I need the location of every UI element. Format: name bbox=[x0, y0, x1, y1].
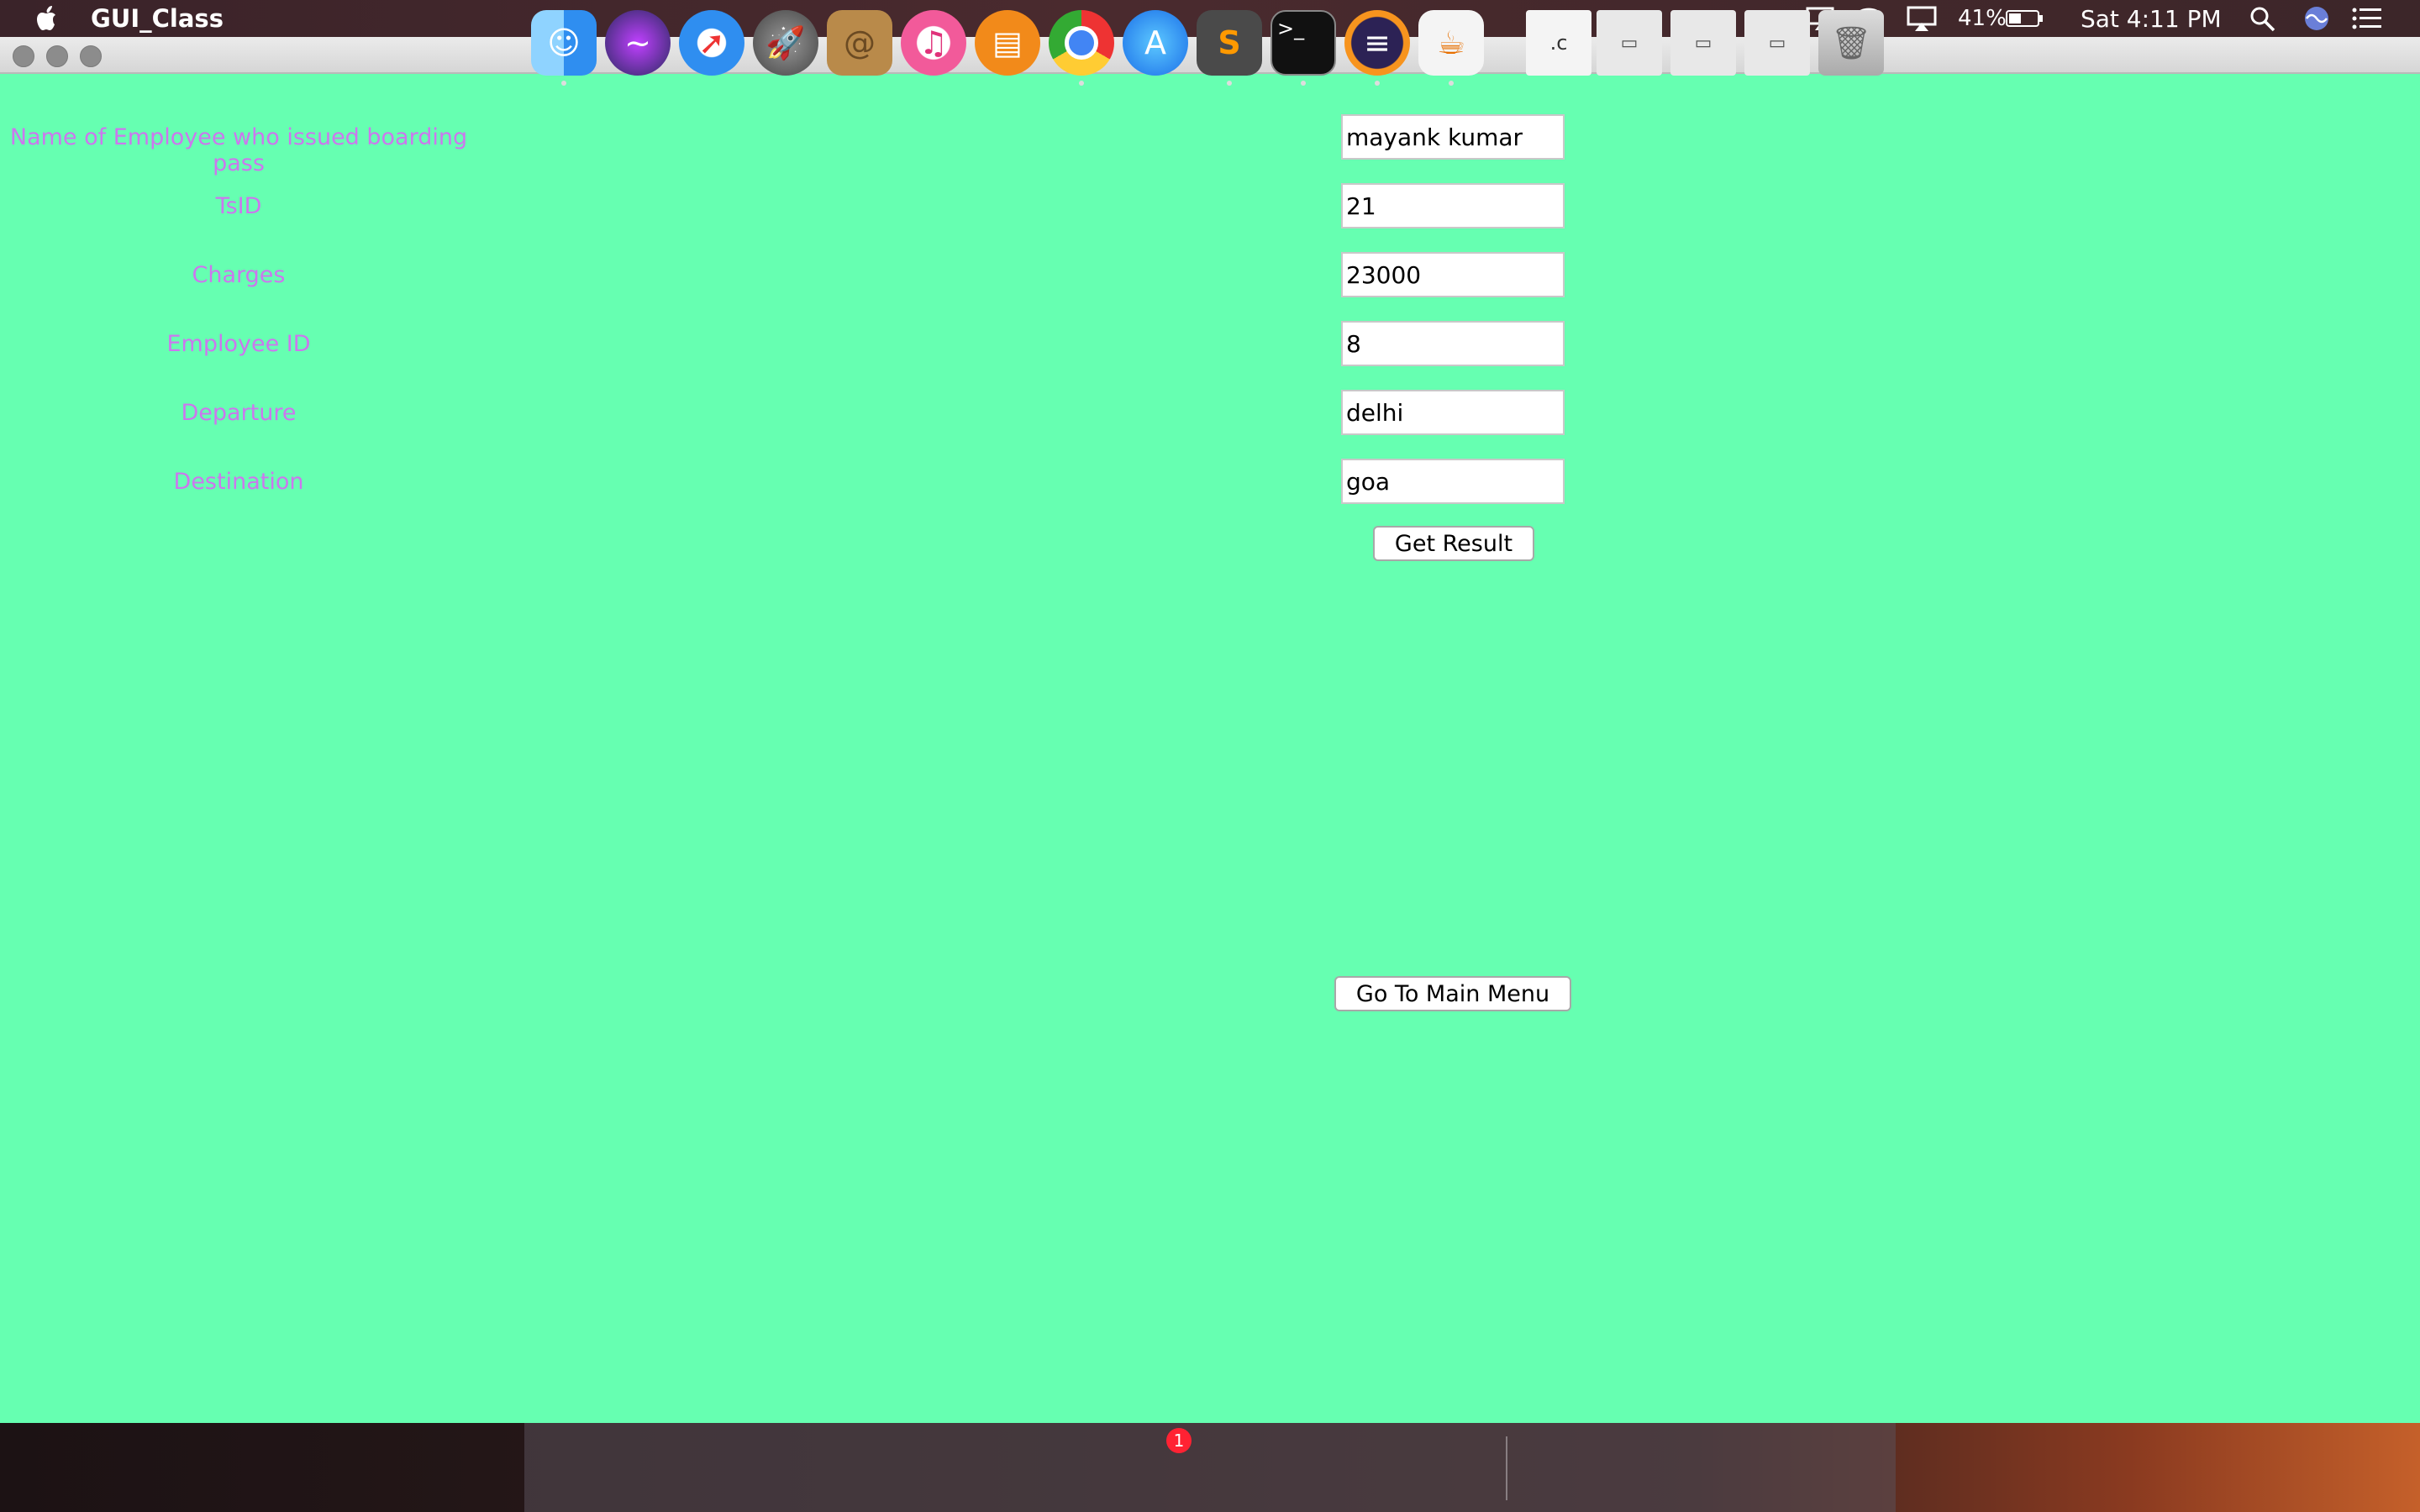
notification-center-icon[interactable] bbox=[2351, 5, 2383, 32]
java-running-indicator bbox=[1449, 81, 1454, 86]
sublime-running-indicator bbox=[1227, 81, 1232, 86]
get-result-button[interactable]: Get Result bbox=[1373, 526, 1534, 561]
departure-input[interactable] bbox=[1341, 390, 1565, 435]
c-file-icon[interactable]: .c bbox=[1526, 10, 1591, 76]
chrome-icon[interactable] bbox=[1049, 10, 1114, 76]
sublime-text-icon[interactable]: S bbox=[1197, 10, 1262, 76]
app-store-badge: 1 bbox=[1166, 1428, 1192, 1453]
boarding-pass-form: Name of Employee who issued boarding pas… bbox=[0, 74, 2420, 1423]
contacts-icon[interactable]: @ bbox=[827, 10, 892, 76]
battery-icon[interactable] bbox=[2005, 5, 2045, 32]
tsid-input[interactable] bbox=[1341, 183, 1565, 228]
java-icon[interactable]: ☕ bbox=[1418, 10, 1484, 76]
finder-icon[interactable]: ☺ bbox=[531, 10, 597, 76]
finder-running-indicator bbox=[561, 81, 566, 86]
destination-label: Destination bbox=[173, 469, 304, 495]
employee-id-input[interactable] bbox=[1341, 321, 1565, 366]
dock bbox=[524, 1423, 1896, 1512]
terminal-running-indicator bbox=[1301, 81, 1306, 86]
app-name-menu[interactable]: GUI_Class bbox=[91, 4, 224, 33]
destination-input[interactable] bbox=[1341, 459, 1565, 504]
departure-label: Departure bbox=[181, 400, 297, 426]
siri-icon[interactable] bbox=[2302, 5, 2331, 32]
close-window-button[interactable] bbox=[13, 45, 34, 67]
chrome-window-thumbnail[interactable]: ▭ bbox=[1597, 10, 1662, 76]
siri-icon[interactable]: ~ bbox=[605, 10, 671, 76]
eclipse-window-thumbnail[interactable]: ▭ bbox=[1744, 10, 1810, 76]
chrome-window-thumbnail[interactable]: ▭ bbox=[1670, 10, 1736, 76]
chrome-running-indicator bbox=[1079, 81, 1084, 86]
tsid-label: TsID bbox=[215, 193, 262, 219]
battery-percentage[interactable]: 41% bbox=[1958, 0, 2007, 37]
zoom-window-button[interactable] bbox=[80, 45, 102, 67]
go-to-main-menu-button[interactable]: Go To Main Menu bbox=[1334, 976, 1571, 1011]
terminal-icon[interactable]: >_ bbox=[1270, 10, 1336, 76]
apple-icon[interactable] bbox=[34, 3, 62, 34]
employee-name-input[interactable] bbox=[1341, 114, 1565, 160]
eclipse-icon[interactable]: ≡ bbox=[1344, 10, 1410, 76]
employee-name-label: Name of Employee who issued boarding pas… bbox=[9, 124, 468, 176]
launchpad-icon[interactable]: 🚀 bbox=[753, 10, 818, 76]
safari-icon[interactable]: ➚ bbox=[679, 10, 744, 76]
spotlight-search-icon[interactable] bbox=[2249, 5, 2277, 32]
charges-label: Charges bbox=[192, 262, 286, 288]
airplay-icon[interactable] bbox=[1906, 5, 1938, 32]
dock-separator bbox=[1506, 1436, 1507, 1500]
eclipse-running-indicator bbox=[1375, 81, 1380, 86]
app-store-icon[interactable]: A bbox=[1123, 10, 1188, 76]
menu-bar-clock[interactable]: Sat 4:11 PM bbox=[2081, 0, 2222, 37]
ibooks-icon[interactable]: ▤ bbox=[975, 10, 1040, 76]
trash-icon[interactable]: 🗑 bbox=[1818, 10, 1884, 76]
itunes-icon[interactable]: ♫ bbox=[901, 10, 966, 76]
charges-input[interactable] bbox=[1341, 252, 1565, 297]
minimize-window-button[interactable] bbox=[46, 45, 68, 67]
employee-id-label: Employee ID bbox=[166, 331, 311, 357]
